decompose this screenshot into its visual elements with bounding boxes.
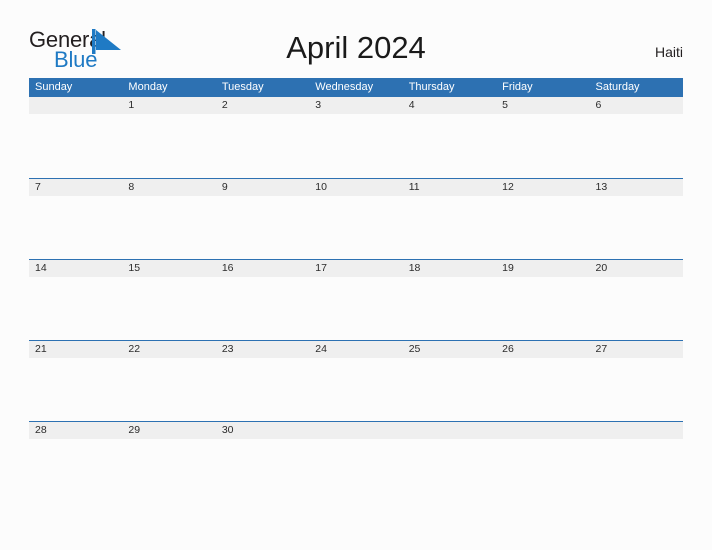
day-cell[interactable]: 30 xyxy=(215,422,310,459)
date-band xyxy=(496,97,590,114)
day-cell[interactable]: 18 xyxy=(402,260,497,340)
date-band xyxy=(122,97,216,114)
month-calendar: Sunday Monday Tuesday Wednesday Thursday… xyxy=(29,78,683,459)
date-band xyxy=(589,97,683,114)
day-cell[interactable] xyxy=(589,422,683,459)
day-cell[interactable]: 22 xyxy=(122,341,216,421)
date-number: 24 xyxy=(315,343,327,355)
date-number: 4 xyxy=(408,99,415,111)
day-cell[interactable]: 12 xyxy=(496,179,590,259)
day-cell[interactable]: 8 xyxy=(122,179,216,259)
date-number: 11 xyxy=(408,181,420,193)
weekday-saturday: Saturday xyxy=(595,81,640,93)
day-cell[interactable]: 17 xyxy=(309,260,403,340)
date-band xyxy=(496,422,590,439)
weekday-tuesday: Tuesday xyxy=(221,81,264,93)
weekday-header-row: Sunday Monday Tuesday Wednesday Thursday… xyxy=(29,78,683,97)
week-row: 14 15 16 17 18 19 20 xyxy=(29,259,683,340)
date-number: 23 xyxy=(221,343,234,355)
day-cell[interactable]: 27 xyxy=(589,341,683,421)
date-number: 13 xyxy=(595,181,608,193)
date-number: 8 xyxy=(128,181,135,193)
day-cell[interactable]: 9 xyxy=(215,179,310,259)
date-number: 10 xyxy=(315,181,327,193)
week-row: 1 2 3 4 5 6 xyxy=(29,97,683,178)
date-number: 2 xyxy=(221,99,228,111)
date-band xyxy=(29,97,123,114)
day-cell[interactable]: 20 xyxy=(589,260,683,340)
date-number: 26 xyxy=(502,343,514,355)
date-number: 5 xyxy=(502,99,508,111)
day-cell[interactable]: 3 xyxy=(309,97,403,178)
date-band xyxy=(589,422,683,439)
day-cell[interactable]: 16 xyxy=(215,260,310,340)
date-number: 19 xyxy=(502,262,514,274)
date-number: 15 xyxy=(128,262,141,274)
week-row: 21 22 23 24 25 26 27 xyxy=(29,340,683,421)
date-band xyxy=(29,179,123,196)
day-cell[interactable]: 29 xyxy=(122,422,216,459)
weekday-friday: Friday xyxy=(502,81,533,93)
day-cell[interactable]: 1 xyxy=(122,97,216,178)
date-band xyxy=(309,97,403,114)
day-cell[interactable]: 13 xyxy=(589,179,683,259)
date-number: 3 xyxy=(315,99,322,111)
date-band xyxy=(309,422,403,439)
day-cell[interactable] xyxy=(29,97,123,178)
date-number: 22 xyxy=(128,343,141,355)
date-number: 7 xyxy=(35,181,41,193)
day-cell[interactable]: 23 xyxy=(215,341,310,421)
locale-label: Haiti xyxy=(654,44,683,60)
date-band xyxy=(402,97,497,114)
day-cell[interactable]: 10 xyxy=(309,179,403,259)
date-number: 17 xyxy=(315,262,327,274)
calendar-page: General Blue April 2024 Haiti Sunday Mon… xyxy=(0,0,712,550)
day-cell[interactable]: 24 xyxy=(309,341,403,421)
day-cell[interactable]: 4 xyxy=(402,97,497,178)
day-cell[interactable]: 14 xyxy=(29,260,123,340)
date-number: 14 xyxy=(35,262,47,274)
day-cell[interactable]: 25 xyxy=(402,341,497,421)
day-cell[interactable] xyxy=(496,422,590,459)
weekday-thursday: Thursday xyxy=(408,81,455,93)
day-cell[interactable]: 28 xyxy=(29,422,123,459)
date-number: 18 xyxy=(408,262,421,274)
day-cell[interactable]: 15 xyxy=(122,260,216,340)
page-title: April 2024 xyxy=(286,30,426,65)
week-row: 28 29 30 xyxy=(29,421,683,459)
day-cell[interactable]: 19 xyxy=(496,260,590,340)
date-number: 9 xyxy=(221,181,228,193)
day-cell[interactable] xyxy=(309,422,403,459)
date-number: 1 xyxy=(128,99,135,111)
date-band xyxy=(215,179,310,196)
day-cell[interactable]: 2 xyxy=(215,97,310,178)
date-number: 12 xyxy=(502,181,514,193)
date-number: 27 xyxy=(595,343,608,355)
weekday-sunday: Sunday xyxy=(35,81,73,93)
day-cell[interactable]: 11 xyxy=(402,179,497,259)
date-number: 20 xyxy=(595,262,608,274)
weekday-monday: Monday xyxy=(128,81,168,93)
date-number: 28 xyxy=(35,424,47,436)
day-cell[interactable]: 26 xyxy=(496,341,590,421)
date-number: 25 xyxy=(408,343,421,355)
day-cell[interactable]: 6 xyxy=(589,97,683,178)
date-number: 21 xyxy=(35,343,47,355)
day-cell[interactable]: 21 xyxy=(29,341,123,421)
date-number: 29 xyxy=(128,424,141,436)
date-band xyxy=(122,179,216,196)
day-cell[interactable]: 5 xyxy=(496,97,590,178)
week-row: 7 8 9 10 11 12 13 xyxy=(29,178,683,259)
date-band xyxy=(402,422,497,439)
date-number: 6 xyxy=(595,99,602,111)
date-number: 16 xyxy=(221,262,234,274)
date-band xyxy=(215,97,310,114)
page-header: General Blue April 2024 Haiti xyxy=(0,0,712,78)
day-cell[interactable]: 7 xyxy=(29,179,123,259)
weekday-wednesday: Wednesday xyxy=(315,81,374,93)
date-number: 30 xyxy=(221,424,234,436)
day-cell[interactable] xyxy=(402,422,497,459)
